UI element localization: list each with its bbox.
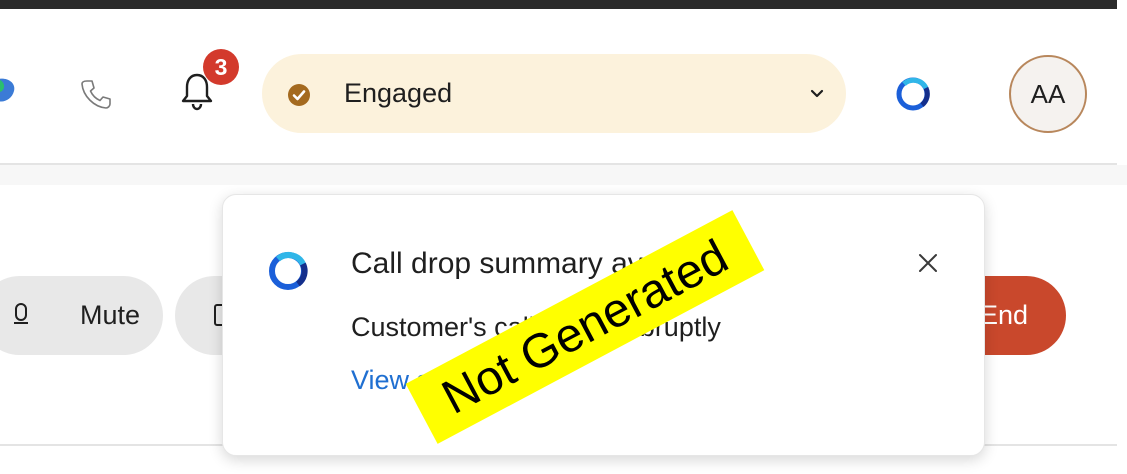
ai-assistant-icon	[269, 252, 308, 290]
user-avatar[interactable]: AA	[1009, 55, 1087, 133]
mute-label: Mute	[80, 300, 141, 330]
end-call-label: End	[980, 300, 1029, 330]
app-switcher-icon[interactable]	[0, 75, 18, 105]
ai-assistant-icon[interactable]	[896, 77, 930, 111]
content-area-header	[0, 165, 1127, 185]
notification-count-badge: 3	[203, 49, 239, 85]
close-icon[interactable]	[917, 252, 939, 274]
mute-button[interactable]: Mute	[0, 276, 163, 355]
top-toolbar: 3 Engaged AA	[0, 9, 1127, 164]
status-label: Engaged	[344, 78, 453, 108]
window-top-edge	[0, 0, 1117, 9]
check-circle-icon	[288, 84, 310, 106]
status-dropdown[interactable]: Engaged	[262, 54, 846, 133]
phone-icon[interactable]	[80, 78, 112, 110]
chevron-down-icon	[810, 89, 824, 98]
microphone-icon	[14, 303, 28, 324]
